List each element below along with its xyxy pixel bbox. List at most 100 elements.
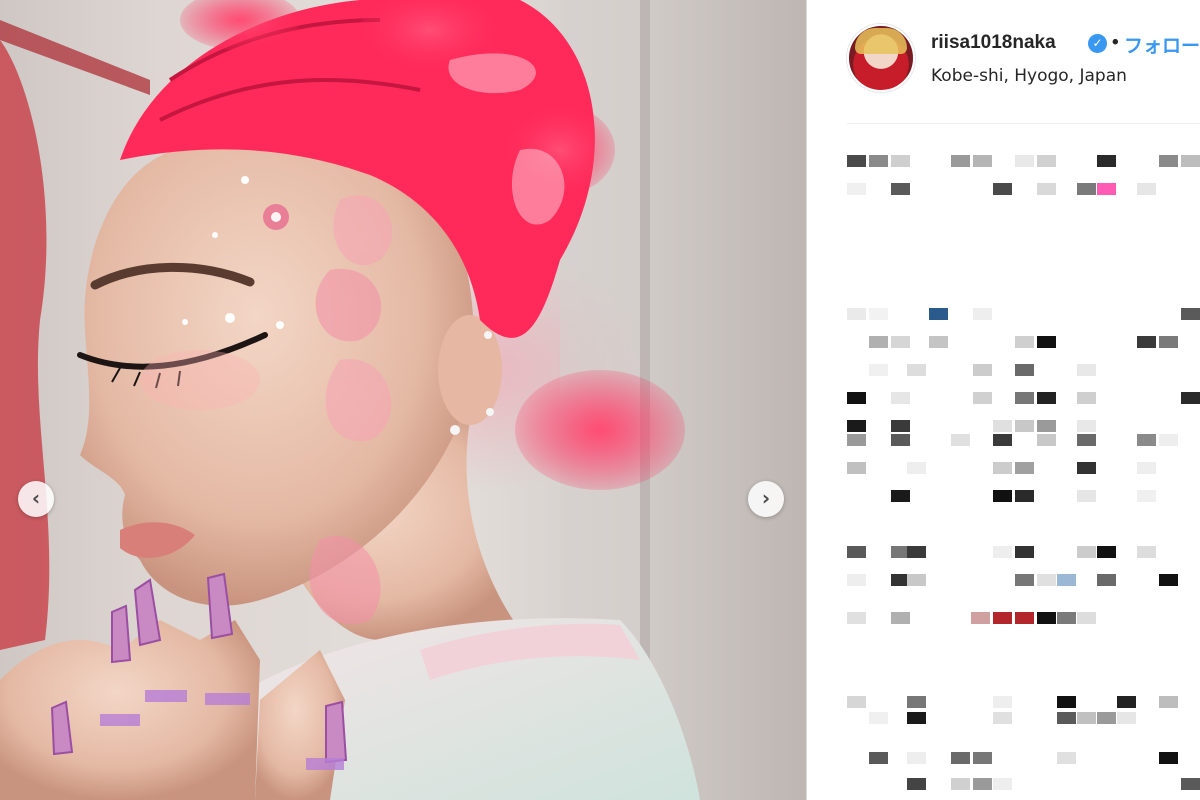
- pixelated-text-block: [929, 308, 948, 320]
- pixelated-text-block: [1159, 434, 1178, 446]
- pixelated-text-block: [971, 612, 990, 624]
- pixelated-text-block: [993, 778, 1012, 790]
- pixelated-text-block: [847, 183, 866, 195]
- pixelated-text-block: [907, 712, 926, 724]
- pixelated-text-block: [1015, 490, 1034, 502]
- pixelated-text-block: [869, 712, 888, 724]
- earring: [484, 331, 492, 339]
- pixelated-text-block: [993, 420, 1012, 432]
- post-photo: ‹ ›: [0, 0, 806, 800]
- earring: [450, 425, 460, 435]
- pixelated-text-block: [1077, 612, 1096, 624]
- pixelated-text-block: [1097, 574, 1116, 586]
- pixelated-text-block: [993, 696, 1012, 708]
- pixelated-text-block: [1077, 392, 1096, 404]
- pixelated-text-block: [951, 752, 970, 764]
- pixelated-text-block: [907, 546, 926, 558]
- pixelated-text-block: [869, 308, 888, 320]
- pixelated-text-block: [1181, 155, 1200, 167]
- chevron-left-icon: ‹: [31, 486, 41, 510]
- pixelated-text-block: [973, 778, 992, 790]
- pixelated-text-block: [1137, 183, 1156, 195]
- pixelated-text-block: [1077, 434, 1096, 446]
- pixelated-text-block: [1015, 612, 1034, 624]
- hair-pom: [515, 370, 685, 490]
- pixelated-text-block: [1015, 155, 1034, 167]
- pixelated-text-block: [1159, 336, 1178, 348]
- pixelated-text-block: [847, 574, 866, 586]
- pixelated-text-block: [973, 308, 992, 320]
- pixelated-text-block: [847, 612, 866, 624]
- pixelated-text-block: [1057, 712, 1076, 724]
- pixelated-text-block: [907, 778, 926, 790]
- pixelated-text-block: [869, 336, 888, 348]
- pixelated-text-block: [869, 155, 888, 167]
- pixelated-text-block: [847, 462, 866, 474]
- pixelated-text-block: [891, 434, 910, 446]
- pixelated-text-block: [1015, 574, 1034, 586]
- pixelated-text-block: [1077, 420, 1096, 432]
- ear: [438, 315, 502, 425]
- pixelated-text-block: [869, 752, 888, 764]
- pixelated-text-block: [1077, 490, 1096, 502]
- pixelated-text-block: [1097, 546, 1116, 558]
- cheek-blush: [140, 350, 260, 410]
- pixelated-text-block: [1117, 712, 1136, 724]
- pixelated-text-block: [1037, 336, 1056, 348]
- face-gem: [212, 232, 218, 238]
- pixelated-text-block: [1097, 183, 1116, 195]
- pixelated-text-block: [1015, 392, 1034, 404]
- pixelated-text-block: [1097, 155, 1116, 167]
- pixelated-text-block: [993, 546, 1012, 558]
- pixelated-text-block: [1097, 712, 1116, 724]
- pixelated-text-block: [993, 712, 1012, 724]
- pixelated-text-block: [907, 752, 926, 764]
- pixelated-text-block: [951, 434, 970, 446]
- carousel-prev-button[interactable]: ‹: [18, 481, 54, 517]
- face-gem: [182, 319, 188, 325]
- pixelated-text-block: [1077, 183, 1096, 195]
- pixelated-text-block: [1037, 612, 1056, 624]
- pixelated-text-block: [973, 752, 992, 764]
- pixelated-text-block: [1137, 462, 1156, 474]
- pixelated-text-block: [891, 392, 910, 404]
- pixelated-text-block: [1015, 336, 1034, 348]
- pixelated-text-block: [1159, 696, 1178, 708]
- hanger-bar: [0, 20, 150, 95]
- face-gem: [225, 313, 235, 323]
- chevron-right-icon: ›: [761, 486, 771, 510]
- hanging-garment: [0, 40, 50, 650]
- pixelated-text-block: [993, 490, 1012, 502]
- pixelated-text-block: [847, 546, 866, 558]
- pixelated-text-block: [869, 364, 888, 376]
- pixelated-text-block: [973, 364, 992, 376]
- pixelated-text-block: [1015, 364, 1034, 376]
- pixelated-text-block: [847, 392, 866, 404]
- pixelated-text-block: [929, 336, 948, 348]
- face-gem: [271, 212, 281, 222]
- pixelated-text-block: [1159, 155, 1178, 167]
- pixelated-text-block: [1181, 392, 1200, 404]
- pixelated-text-block: [1077, 546, 1096, 558]
- pixelated-text-block: [1015, 462, 1034, 474]
- pixelated-text-block: [891, 336, 910, 348]
- pixelated-text-block: [993, 434, 1012, 446]
- pixelated-text-block: [973, 155, 992, 167]
- pixelated-text-block: [847, 434, 866, 446]
- pixelated-text-block: [993, 462, 1012, 474]
- carousel-next-button[interactable]: ›: [748, 481, 784, 517]
- earring: [486, 408, 494, 416]
- pixelated-text-block: [1117, 696, 1136, 708]
- pixelated-text-block: [891, 490, 910, 502]
- pixelated-text-block: [1057, 752, 1076, 764]
- pixelated-text-block: [1159, 752, 1178, 764]
- pixelated-text-block: [1057, 696, 1076, 708]
- face-gem: [241, 176, 249, 184]
- pixelated-text-block: [1037, 420, 1056, 432]
- pixelated-text-block: [993, 612, 1012, 624]
- pixelated-text-block: [951, 778, 970, 790]
- pixelated-text-block: [891, 155, 910, 167]
- pixelated-text-block: [1037, 183, 1056, 195]
- pixelated-text-block: [1137, 490, 1156, 502]
- pixelated-text-block: [951, 155, 970, 167]
